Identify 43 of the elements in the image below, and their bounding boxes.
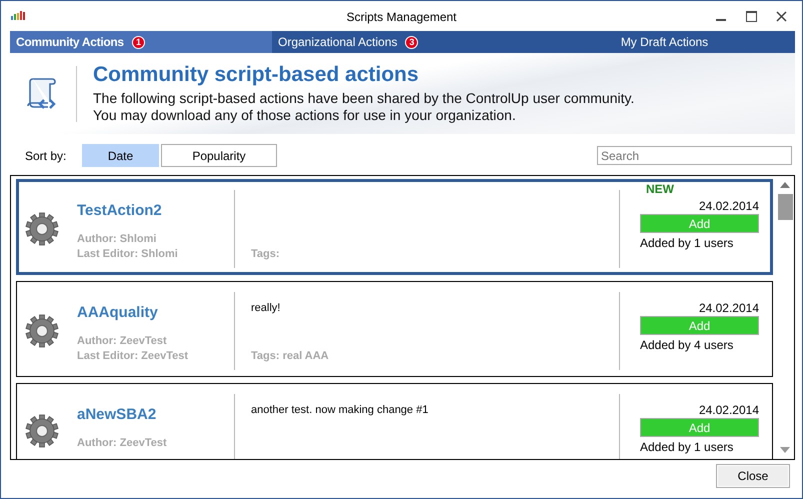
sort-label: Sort by: [25,148,68,162]
app-logo-icon [11,11,27,20]
author-text: Author: Shlomi [77,232,158,247]
tags-text: Tags: real AAA [251,349,330,364]
last-editor-text: Last Editor: Shlomi [77,247,179,262]
date-text: 24.02.2014 [698,199,759,213]
date-text: 24.02.2014 [698,301,759,315]
action-name: TestAction2 [77,201,163,219]
author-text: Author: ZeevTest [77,334,168,349]
maximize-icon[interactable] [746,10,756,22]
description-text: really! [251,302,282,314]
selected-action-card[interactable]: TestAction2 Author: Shlomi Last Editor: Shlomi Tags: NEW 24.02.2014 Add Added by 1 users [16,179,773,275]
count-badge: 1 [132,36,145,48]
search-field[interactable]: Search [597,146,792,165]
gear-icon [25,212,59,246]
description-text: another test. now making change #1 [251,404,430,416]
date-text: 24.02.2014 [698,403,759,417]
page-heading: Community script-based actions [93,63,420,87]
action-name: AAAquality [77,303,159,321]
window-title: Scripts Management [346,10,457,24]
count-badge: 3 [405,36,418,48]
scroll-down-arrow-icon[interactable] [780,447,790,453]
added-by-text: Added by 1 users [640,236,734,250]
author-text: Author: ZeevTest [77,436,168,451]
tab[interactable]: Community Actions 1 [10,31,272,53]
gear-icon [25,414,59,448]
description-text: The following script-based actions have been shared by the ControlUp user community. [93,90,634,107]
action-card[interactable]: aNewSBA2 Author: ZeevTest another test. now making change #1 24.02.2014 Add Added by 1 users [16,383,773,459]
scroll-up-arrow-icon[interactable] [780,182,790,188]
added-by-text: Added by 4 users [640,338,734,352]
new-label: NEW [646,182,674,196]
sort-option[interactable]: Date [82,144,159,167]
close-button[interactable]: Close [716,464,790,488]
action-card[interactable]: AAAquality Author: ZeevTest Last Editor: ZeevTest really! Tags: real AAA 24.02.2014 Add Added by 4 users [16,281,773,377]
description-text: You may download any of those actions for use in your organization. [93,107,517,124]
gear-icon [25,314,59,348]
scrollbar-thumb[interactable] [778,194,792,220]
sort-option[interactable]: Popularity [161,144,277,167]
added-by-text: Added by 1 users [640,440,734,454]
close-icon[interactable] [776,10,786,22]
action-name: aNewSBA2 [77,405,158,423]
tags-text: Tags: [251,247,281,262]
last-editor-text: Last Editor: ZeevTest [77,349,190,364]
